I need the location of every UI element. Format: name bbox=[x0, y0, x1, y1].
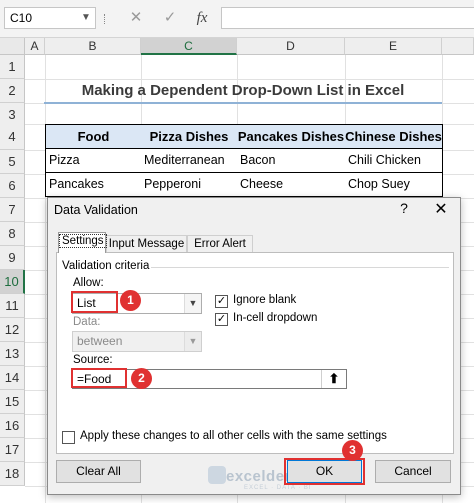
column-header-f[interactable] bbox=[442, 38, 474, 55]
table-cell[interactable]: Pizza bbox=[45, 149, 142, 173]
highlight-box-ok bbox=[284, 458, 365, 485]
row-header-15[interactable]: 15 bbox=[0, 390, 25, 414]
chevron-down-icon[interactable]: ▼ bbox=[184, 294, 201, 313]
cancel-icon[interactable]: ✕ bbox=[126, 8, 146, 28]
column-header-e[interactable]: E bbox=[345, 38, 442, 55]
column-header-d[interactable]: D bbox=[237, 38, 345, 55]
table-cell[interactable]: Cheese bbox=[237, 173, 346, 197]
row-header-12[interactable]: 12 bbox=[0, 318, 25, 342]
title-underline bbox=[44, 102, 442, 104]
highlight-box-allow bbox=[71, 291, 118, 313]
close-icon[interactable]: ✕ bbox=[430, 199, 452, 219]
cancel-button[interactable]: Cancel bbox=[375, 460, 451, 483]
data-label: Data: bbox=[73, 316, 101, 328]
settings-panel: Validation criteria Allow: List ▼ 1 ✓ Ig… bbox=[56, 252, 454, 454]
source-label: Source: bbox=[73, 354, 113, 366]
formula-input[interactable] bbox=[221, 7, 474, 29]
group-divider bbox=[151, 267, 449, 268]
row-header-9[interactable]: 9 bbox=[0, 246, 25, 270]
row-header-17[interactable]: 17 bbox=[0, 438, 25, 462]
collapse-dialog-icon[interactable]: ⬆ bbox=[321, 370, 346, 388]
step-badge-1: 1 bbox=[120, 290, 141, 311]
row-header-13[interactable]: 13 bbox=[0, 342, 25, 366]
apply-all-label: Apply these changes to all other cells w… bbox=[80, 430, 387, 442]
row-header-10[interactable]: 10 bbox=[0, 270, 25, 294]
tab-settings[interactable]: Settings bbox=[58, 232, 107, 253]
clear-all-button[interactable]: Clear All bbox=[56, 460, 141, 483]
table-header-food[interactable]: Food bbox=[45, 124, 142, 149]
data-validation-dialog: Data Validation ? ✕ Settings Input Messa… bbox=[47, 197, 461, 495]
row-header-2[interactable]: 2 bbox=[0, 79, 25, 103]
highlight-box-source bbox=[71, 368, 127, 388]
gridline bbox=[45, 55, 46, 503]
sheet-title: Making a Dependent Drop-Down List in Exc… bbox=[81, 82, 405, 99]
help-icon[interactable]: ? bbox=[394, 200, 414, 216]
row-header-6[interactable]: 6 bbox=[0, 174, 25, 198]
chevron-down-icon[interactable]: ▼ bbox=[78, 7, 94, 29]
table-cell[interactable]: Bacon bbox=[237, 149, 346, 173]
table-cell[interactable]: Pancakes bbox=[45, 173, 142, 197]
table-header-chinese[interactable]: Chinese Dishes bbox=[345, 124, 443, 149]
row-header-16[interactable]: 16 bbox=[0, 414, 25, 438]
row-header-11[interactable]: 11 bbox=[0, 294, 25, 318]
tab-error-alert[interactable]: Error Alert bbox=[187, 235, 253, 252]
exceldemy-logo-icon bbox=[208, 466, 226, 484]
chevron-down-icon: ▼ bbox=[184, 332, 201, 351]
row-header-8[interactable]: 8 bbox=[0, 222, 25, 246]
apply-all-checkbox[interactable] bbox=[62, 431, 75, 444]
separator-icon bbox=[104, 14, 106, 24]
table-header-pancakes[interactable]: Pancakes Dishes bbox=[237, 124, 346, 149]
ignore-blank-checkbox[interactable]: ✓ bbox=[215, 295, 228, 308]
validation-criteria-label: Validation criteria bbox=[62, 260, 150, 272]
row-header-14[interactable]: 14 bbox=[0, 366, 25, 390]
table-cell[interactable]: Chop Suey bbox=[345, 173, 443, 197]
step-badge-2: 2 bbox=[131, 368, 152, 389]
tab-input-message[interactable]: Input Message bbox=[106, 235, 187, 252]
data-value: between bbox=[77, 334, 123, 348]
enter-icon[interactable]: ✓ bbox=[160, 8, 180, 28]
row-header-1[interactable]: 1 bbox=[0, 55, 25, 79]
watermark-tagline: EXCEL · DATA · BI bbox=[244, 485, 312, 491]
insert-function-icon[interactable]: fx bbox=[192, 8, 212, 28]
ignore-blank-label: Ignore blank bbox=[233, 294, 297, 306]
table-header-pizza[interactable]: Pizza Dishes bbox=[141, 124, 238, 149]
row-header-4[interactable]: 4 bbox=[0, 124, 25, 150]
column-header-c[interactable]: C bbox=[141, 38, 237, 55]
data-select: between ▼ bbox=[72, 331, 202, 352]
in-cell-dropdown-label: In-cell dropdown bbox=[233, 312, 318, 324]
dialog-title: Data Validation bbox=[54, 203, 138, 217]
table-cell[interactable]: Pepperoni bbox=[141, 173, 238, 197]
tab-label: Settings bbox=[59, 234, 107, 248]
step-badge-3: 3 bbox=[342, 440, 363, 461]
allow-label: Allow: bbox=[73, 277, 104, 289]
table-cell[interactable]: Mediterranean bbox=[141, 149, 238, 173]
row-header-5[interactable]: 5 bbox=[0, 150, 25, 174]
row-header-18[interactable]: 18 bbox=[0, 462, 25, 486]
row-header-7[interactable]: 7 bbox=[0, 198, 25, 222]
select-all-corner[interactable] bbox=[0, 38, 25, 55]
in-cell-dropdown-checkbox[interactable]: ✓ bbox=[215, 313, 228, 326]
column-header-a[interactable]: A bbox=[25, 38, 45, 55]
table-cell[interactable]: Chili Chicken bbox=[345, 149, 443, 173]
column-header-b[interactable]: B bbox=[45, 38, 141, 55]
